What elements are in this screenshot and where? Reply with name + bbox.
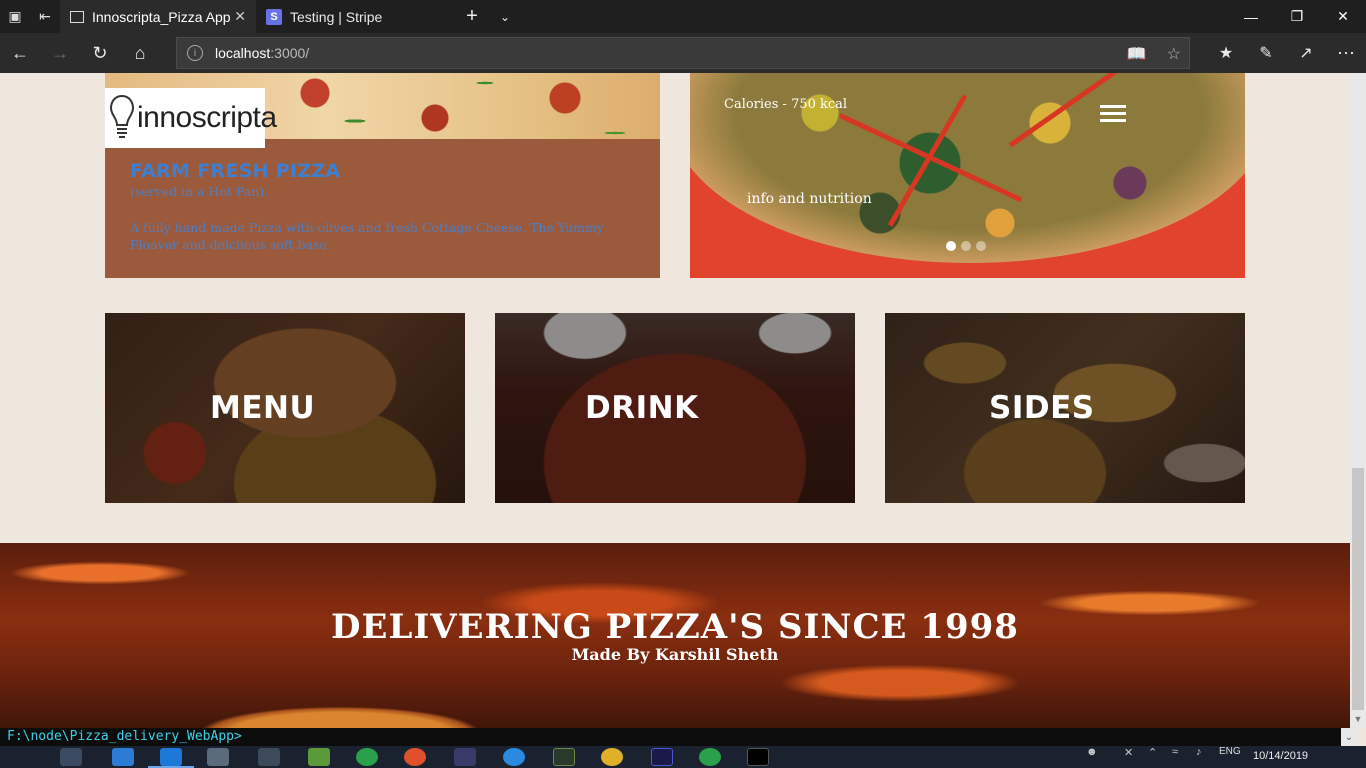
scrollbar-thumb[interactable] xyxy=(1352,468,1364,718)
banner-title: DELIVERING PIZZA'S SINCE 1998 xyxy=(331,607,1019,647)
show-hidden-icon[interactable]: ⌃ xyxy=(1148,746,1157,759)
product-description: A fully hand made Pizza with olives and … xyxy=(130,220,604,252)
chevron-down-icon[interactable]: ⌄ xyxy=(490,0,520,33)
set-aside-tabs-icon[interactable]: ⇤ xyxy=(30,0,60,33)
pizza-slider[interactable]: Calories - 750 kcal info and nutrition xyxy=(690,73,1245,278)
app-icon[interactable] xyxy=(207,748,229,766)
windows-taskbar: ☻ ✕ ⌃ ≈ ♪ ENG 10/14/2019 xyxy=(0,746,1366,768)
app-icon[interactable] xyxy=(454,748,476,766)
new-tab-icon[interactable]: + xyxy=(454,0,490,33)
forward-icon[interactable]: → xyxy=(40,33,80,73)
category-label: DRINK xyxy=(585,390,699,426)
category-menu-card[interactable]: MENU xyxy=(105,313,465,503)
url-path: :3000/ xyxy=(270,45,310,61)
app-icon[interactable] xyxy=(699,748,721,766)
edge-icon[interactable] xyxy=(160,748,182,766)
people-icon[interactable]: ☻ xyxy=(1086,746,1098,758)
url-host: localhost xyxy=(215,45,271,61)
terminal-window[interactable]: F:\node\Pizza_delivery_WebApp> xyxy=(0,728,1350,746)
tab-title: Testing | Stripe xyxy=(290,8,383,25)
slider-dot[interactable] xyxy=(961,241,971,251)
banner-subtitle: Made By Karshil Sheth xyxy=(571,645,779,664)
info-icon[interactable]: i xyxy=(187,45,203,61)
language-indicator[interactable]: ENG xyxy=(1219,746,1241,757)
logo-text: innoscripta xyxy=(137,101,277,134)
browser-nav-bar: ← → ↻ ⌂ i localhost:3000/ 📖 ☆ ★ ✎ ↗ ⋯ xyxy=(0,33,1366,73)
slider-dot[interactable] xyxy=(946,241,956,251)
product-subtitle: (served in a Hot Pan). xyxy=(130,184,269,199)
browser-tab-bar: ▣ ⇤ Innoscripta_Pizza App ✕ S Testing | … xyxy=(0,0,1366,33)
category-label: SIDES xyxy=(989,390,1095,426)
node-icon[interactable] xyxy=(356,748,378,766)
chrome-icon[interactable] xyxy=(601,748,623,766)
more-icon[interactable]: ⋯ xyxy=(1326,33,1366,73)
close-window-icon[interactable]: ✕ xyxy=(1320,0,1366,33)
product-title: FARM FRESH PIZZA xyxy=(130,160,341,182)
scroll-down-arrow-icon[interactable]: ▼ xyxy=(1350,710,1366,728)
volume-icon[interactable]: ♪ xyxy=(1196,746,1202,758)
featured-card[interactable]: innoscripta FARM FRESH PIZZA (served in … xyxy=(105,73,660,278)
tray-icon[interactable]: ✕ xyxy=(1124,746,1133,759)
tab-actions-icon[interactable]: ▣ xyxy=(0,0,30,33)
tab-title: Innoscripta_Pizza App xyxy=(92,8,231,25)
terminal-scroll-down-icon[interactable]: ⌄ xyxy=(1341,728,1357,746)
file-explorer-icon[interactable] xyxy=(112,748,134,766)
tab-innoscripta[interactable]: Innoscripta_Pizza App ✕ xyxy=(60,0,256,33)
app-icon[interactable] xyxy=(308,748,330,766)
category-drink-card[interactable]: DRINK xyxy=(495,313,855,503)
category-sides-card[interactable]: SIDES xyxy=(885,313,1245,503)
minimize-icon[interactable]: — xyxy=(1228,0,1274,33)
stripe-icon: S xyxy=(266,8,282,25)
notes-pen-icon[interactable]: ✎ xyxy=(1246,33,1286,73)
terminal-prompt: F:\node\Pizza_delivery_WebApp> xyxy=(7,729,242,744)
slider-dots xyxy=(946,241,986,251)
task-view-icon[interactable] xyxy=(60,748,82,766)
hamburger-menu-icon[interactable] xyxy=(1100,105,1126,126)
favorites-icon[interactable]: ★ xyxy=(1206,33,1246,73)
terminal-icon[interactable] xyxy=(747,748,769,766)
app-icon[interactable] xyxy=(553,748,575,766)
footer-banner: DELIVERING PIZZA'S SINCE 1998 Made By Ka… xyxy=(0,543,1350,728)
category-label: MENU xyxy=(210,390,316,426)
home-icon[interactable]: ⌂ xyxy=(120,33,160,73)
innoscripta-logo[interactable]: innoscripta xyxy=(105,88,277,148)
app-icon[interactable] xyxy=(258,748,280,766)
reading-view-icon[interactable]: 📖 xyxy=(1127,44,1147,64)
address-bar[interactable]: i localhost:3000/ 📖 ☆ xyxy=(176,37,1190,69)
slider-dot[interactable] xyxy=(976,241,986,251)
photoshop-icon[interactable] xyxy=(651,748,673,766)
postman-icon[interactable] xyxy=(404,748,426,766)
restore-icon[interactable]: ❐ xyxy=(1274,0,1320,33)
calories-label: Calories - 750 kcal xyxy=(724,97,848,112)
page-icon xyxy=(70,10,84,23)
page-viewport: innoscripta FARM FRESH PIZZA (served in … xyxy=(0,73,1350,728)
info-nutrition-link[interactable]: info and nutrition xyxy=(747,191,872,207)
refresh-icon[interactable]: ↻ xyxy=(80,33,120,73)
close-tab-icon[interactable]: ✕ xyxy=(234,8,246,25)
page-scrollbar[interactable] xyxy=(1350,73,1366,728)
tab-stripe[interactable]: S Testing | Stripe xyxy=(256,0,454,33)
app-icon[interactable] xyxy=(503,748,525,766)
bulb-icon xyxy=(109,93,135,143)
wifi-icon[interactable]: ≈ xyxy=(1172,746,1178,758)
clock-date[interactable]: 10/14/2019 xyxy=(1253,750,1308,762)
share-icon[interactable]: ↗ xyxy=(1286,33,1326,73)
back-icon[interactable]: ← xyxy=(0,33,40,73)
favorite-star-icon[interactable]: ☆ xyxy=(1167,44,1181,64)
